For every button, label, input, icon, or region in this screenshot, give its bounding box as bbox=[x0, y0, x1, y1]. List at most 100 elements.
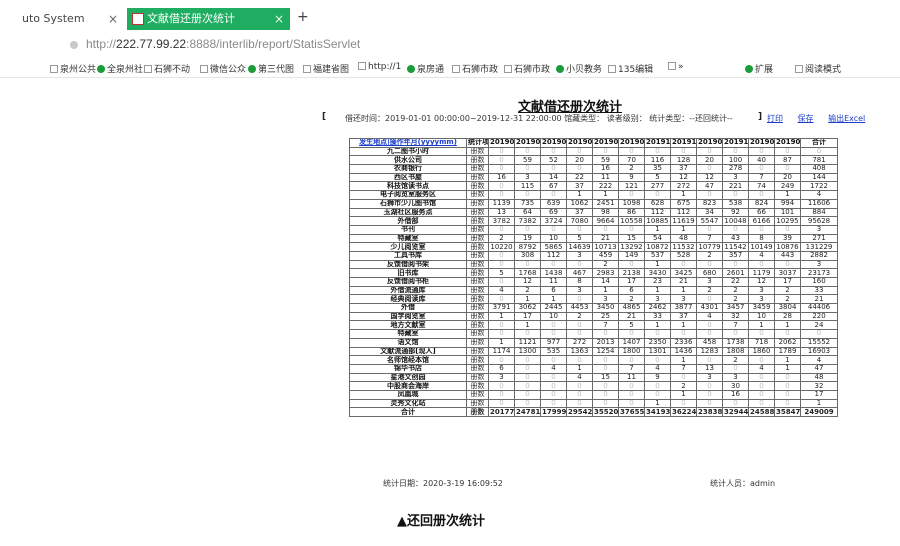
value-cell: 12 bbox=[696, 172, 723, 183]
value-cell: 92 bbox=[722, 207, 749, 218]
value-cell: 1 bbox=[774, 320, 801, 331]
value-cell: 0 bbox=[488, 398, 515, 409]
value-cell: 458 bbox=[696, 337, 723, 348]
table-row: 锦华书店 册数 6 0 4 1 0 7 4 7 13 0 4 1 47 bbox=[349, 363, 838, 374]
address-url[interactable]: http://222.77.99.22:8888/interlib/report… bbox=[86, 37, 360, 51]
bookmark-item[interactable]: 扩展 bbox=[745, 62, 773, 75]
location-name: 玉湖社区服务点 bbox=[349, 207, 467, 218]
value-cell: 13 bbox=[696, 363, 723, 374]
bookmark-item[interactable]: 135编辑 bbox=[608, 62, 653, 75]
browser-tab-active[interactable]: 文献借还册次统计 × bbox=[127, 8, 290, 30]
stat-item: 册数 bbox=[466, 311, 489, 322]
value-cell: 10 bbox=[540, 233, 567, 244]
value-cell: 0 bbox=[696, 329, 723, 339]
bookmark-item[interactable]: 第三代图 bbox=[248, 62, 294, 75]
value-cell: 0 bbox=[488, 155, 515, 166]
value-cell: 0 bbox=[488, 294, 515, 305]
value-cell: 10295 bbox=[774, 216, 801, 226]
value-cell: 0 bbox=[514, 381, 541, 391]
value-cell: 10885 bbox=[644, 216, 671, 226]
value-cell: 0 bbox=[514, 259, 541, 270]
value-cell: 34193 bbox=[644, 407, 671, 417]
value-cell: 25 bbox=[592, 311, 619, 322]
value-cell: 1789 bbox=[774, 346, 801, 357]
location-name: 反馈借阅书架 bbox=[349, 259, 467, 270]
row-total-cell: 781 bbox=[800, 155, 838, 166]
value-cell: 3 bbox=[644, 294, 671, 305]
table-row: 九二图书小时 册数 0 0 0 0 0 0 0 0 0 0 0 0 0 bbox=[349, 146, 838, 157]
value-cell: 0 bbox=[540, 329, 567, 339]
stat-item: 册数 bbox=[466, 329, 489, 339]
bookmark-item[interactable]: 阅读模式 bbox=[795, 62, 841, 75]
bookmark-icon bbox=[504, 65, 512, 73]
bookmark-item[interactable]: 小贝教务 bbox=[556, 62, 602, 75]
bookmark-item[interactable]: 福建省图 bbox=[303, 62, 349, 75]
row-total-cell: 249009 bbox=[800, 407, 838, 417]
value-cell: 22 bbox=[566, 172, 593, 183]
value-cell: 8 bbox=[566, 277, 593, 287]
print-link[interactable]: 打印 bbox=[767, 114, 783, 123]
value-cell: 278 bbox=[722, 164, 749, 174]
value-cell: 0 bbox=[774, 329, 801, 339]
stat-item: 册数 bbox=[466, 268, 489, 278]
header-location-month[interactable]: 发生地点|操作年月(yyyymm) bbox=[349, 138, 467, 148]
value-cell: 537 bbox=[644, 250, 671, 261]
close-icon[interactable]: × bbox=[108, 8, 118, 30]
browser-tab-auto-system[interactable]: uto System × bbox=[0, 8, 125, 30]
value-cell: 0 bbox=[540, 320, 567, 331]
bookmark-item[interactable]: 石狮市政 bbox=[504, 62, 550, 75]
value-cell: 1301 bbox=[644, 346, 671, 357]
value-cell: 7 bbox=[618, 363, 645, 374]
bookmark-label: 小贝教务 bbox=[566, 65, 603, 75]
value-cell: 0 bbox=[514, 190, 541, 200]
row-total-cell: 160 bbox=[800, 277, 838, 287]
export-excel-link[interactable]: 输出Excel bbox=[828, 114, 865, 123]
value-cell: 221 bbox=[722, 181, 749, 192]
value-cell: 0 bbox=[722, 224, 749, 235]
value-cell: 17 bbox=[514, 311, 541, 322]
bookmark-item[interactable]: http://1 bbox=[358, 62, 401, 72]
location-name: 文献流通部[现人] bbox=[349, 346, 467, 357]
header-cell: 201902 bbox=[540, 138, 567, 148]
bookmark-label: http://1 bbox=[368, 62, 402, 72]
bookmark-item[interactable]: 石狮不动 bbox=[144, 62, 190, 75]
value-cell: 13292 bbox=[618, 242, 645, 252]
bookmark-item[interactable]: 泉州公共 bbox=[50, 62, 96, 75]
stat-item: 册数 bbox=[466, 355, 489, 365]
value-cell: 0 bbox=[592, 355, 619, 365]
value-cell: 20 bbox=[774, 172, 801, 183]
value-cell: 0 bbox=[514, 389, 541, 400]
stat-item: 册数 bbox=[466, 259, 489, 270]
bookmark-item[interactable]: 全泉州社 bbox=[97, 62, 143, 75]
save-link[interactable]: 保存 bbox=[798, 114, 814, 123]
bookmark-item[interactable]: 石狮市政 bbox=[452, 62, 498, 75]
value-cell: 13 bbox=[488, 207, 515, 218]
close-icon[interactable]: × bbox=[274, 8, 284, 30]
value-cell: 0 bbox=[644, 389, 671, 400]
row-total-cell: 23173 bbox=[800, 268, 838, 278]
value-cell: 1 bbox=[670, 190, 697, 200]
value-cell: 0 bbox=[644, 355, 671, 365]
bookmark-label: 全泉州社 bbox=[107, 65, 144, 75]
value-cell: 22 bbox=[722, 277, 749, 287]
value-cell: 0 bbox=[748, 398, 775, 409]
site-info-icon[interactable] bbox=[70, 41, 78, 49]
location-name: 中股商会海岸 bbox=[349, 381, 467, 391]
table-row: 玉湖社区服务点 册数 13 64 69 37 98 86 112 112 34 92 66 101 884 bbox=[349, 207, 838, 218]
new-tab-button[interactable]: + bbox=[297, 9, 309, 25]
row-total-cell: 11606 bbox=[800, 198, 838, 209]
bookmark-item[interactable]: 泉房通 bbox=[407, 62, 444, 75]
bookmark-item[interactable]: » bbox=[668, 62, 684, 72]
row-total-cell: 271 bbox=[800, 233, 838, 244]
value-cell: 6 bbox=[540, 285, 567, 296]
value-cell: 11542 bbox=[722, 242, 749, 252]
right-bracket: ] bbox=[758, 112, 763, 122]
address-bar[interactable]: http://222.77.99.22:8888/interlib/report… bbox=[0, 34, 900, 56]
value-cell: 0 bbox=[748, 372, 775, 383]
table-row: 科技馆读书点 册数 0 115 67 37 222 121 277 272 47 221 74 249 17… bbox=[349, 181, 838, 192]
bookmark-item[interactable]: 微信公众 bbox=[200, 62, 246, 75]
stat-item: 册数 bbox=[466, 224, 489, 235]
value-cell: 11 bbox=[592, 172, 619, 183]
value-cell: 0 bbox=[566, 320, 593, 331]
value-cell: 0 bbox=[488, 224, 515, 235]
